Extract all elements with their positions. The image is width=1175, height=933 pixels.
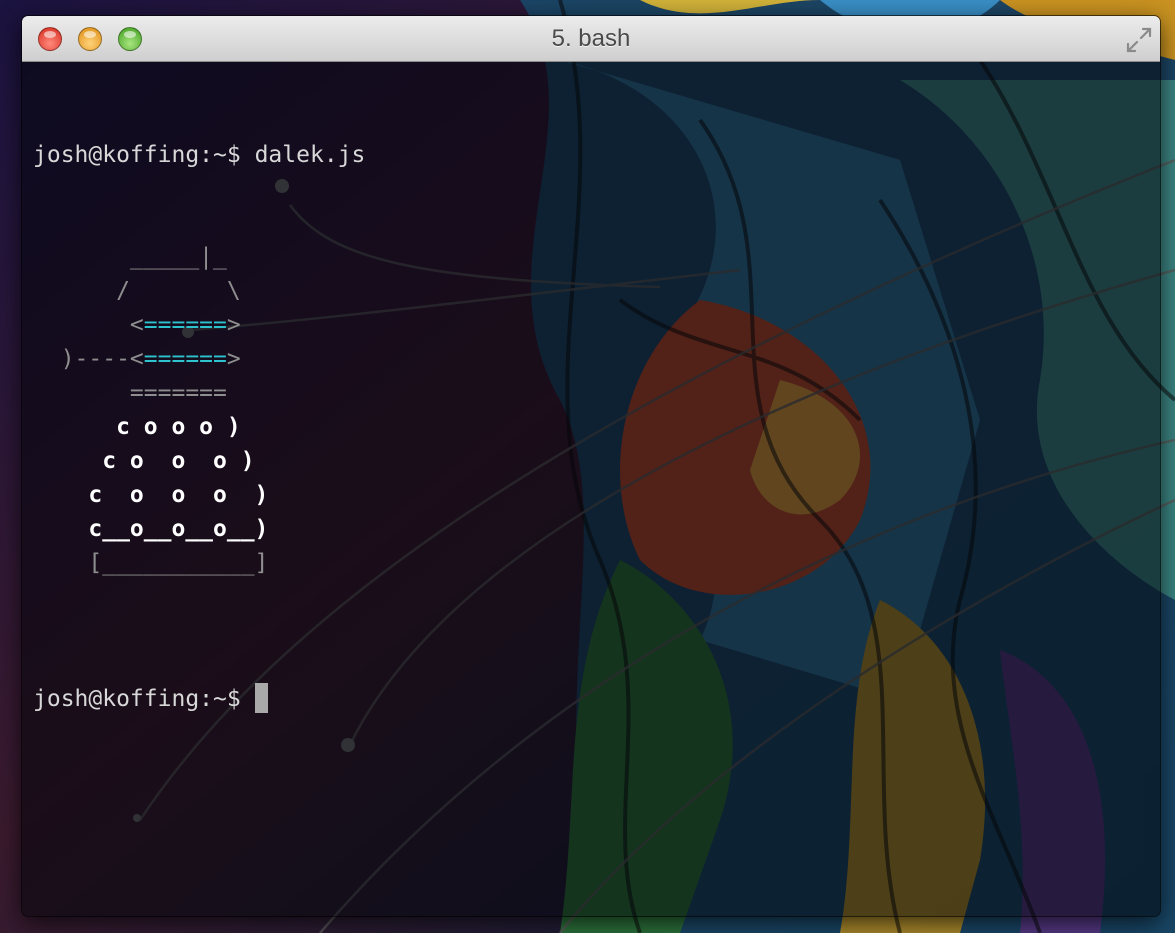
ascii-art-segment: < bbox=[33, 312, 144, 338]
window-title: 5. bash bbox=[551, 25, 631, 52]
ascii-art-segment: ====== bbox=[143, 346, 227, 372]
command: dalek.js bbox=[254, 142, 366, 168]
active-prompt-line[interactable]: josh@koffing:~$ bbox=[33, 682, 365, 716]
ascii-art-line bbox=[33, 580, 365, 614]
ascii-art-line: c o o o ) bbox=[33, 414, 241, 440]
ascii-art-line: <======> bbox=[33, 308, 365, 342]
ascii-art-line: ======= bbox=[33, 380, 227, 406]
ascii-art-line: / \ bbox=[33, 278, 241, 304]
ascii-art-line: _____|_ bbox=[33, 244, 227, 270]
ascii-art-segment: > bbox=[226, 312, 241, 338]
ascii-art-line: )----<======> bbox=[33, 342, 365, 376]
fullscreen-arrows-icon[interactable] bbox=[1125, 26, 1153, 54]
title-bar[interactable]: 5. bash bbox=[22, 16, 1160, 62]
ascii-art-line: c o o o ) bbox=[33, 448, 255, 474]
prompt: josh@koffing:~$ bbox=[33, 142, 241, 168]
ascii-art-segment: ====== bbox=[143, 312, 227, 338]
cursor bbox=[254, 683, 268, 713]
terminal-window[interactable]: 5. bash josh@koffing:~$ dalek.js _____|_… bbox=[22, 16, 1160, 916]
prompt: josh@koffing:~$ bbox=[33, 686, 241, 712]
ascii-art-line: [___________] bbox=[33, 550, 269, 576]
ascii-art-segment: )----< bbox=[33, 346, 144, 372]
ascii-art-line: c__o__o__o__) bbox=[33, 516, 269, 542]
ascii-art-line: c o o o ) bbox=[33, 482, 269, 508]
command-line: josh@koffing:~$ dalek.js bbox=[33, 138, 365, 172]
terminal-output: josh@koffing:~$ dalek.js _____|_ / \ <==… bbox=[33, 70, 365, 784]
dalek-ascii-art: _____|_ / \ <======> )----<======> =====… bbox=[33, 240, 365, 614]
ascii-art-segment: > bbox=[226, 346, 241, 372]
terminal-body[interactable]: josh@koffing:~$ dalek.js _____|_ / \ <==… bbox=[22, 62, 1160, 916]
